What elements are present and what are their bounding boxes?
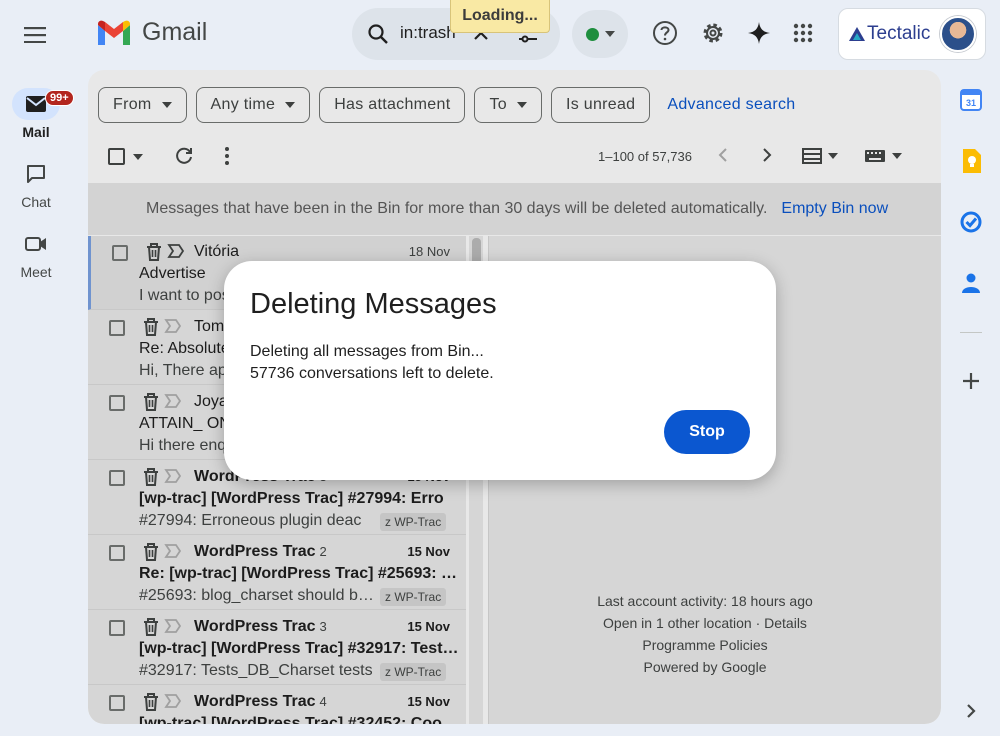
gear-icon [703,23,723,43]
gmail-m-icon [98,20,130,45]
side-separator [960,332,982,333]
main-menu-button[interactable] [17,17,53,53]
help-icon [653,21,677,45]
sparkle-icon [748,22,770,44]
chat-icon [27,165,45,183]
rail-label-mail: Mail [22,124,50,140]
search-icon[interactable] [366,22,390,46]
calendar-button[interactable]: 31 [959,88,983,112]
dialog-body: Deleting all messages from Bin... 57736 … [250,341,494,385]
brand-name: Tectalic [867,23,931,44]
settings-button[interactable] [698,18,728,48]
keep-button[interactable] [959,149,983,173]
apps-button[interactable] [788,18,818,48]
unread-badge: 99+ [45,90,74,106]
rail-label-meet: Meet [20,264,52,280]
stop-button[interactable]: Stop [664,410,750,454]
rail-item-meet[interactable]: Meet [0,228,72,280]
svg-text:31: 31 [966,98,976,108]
chevron-down-icon [604,31,615,37]
rail-label-chat: Chat [21,194,51,210]
contacts-button[interactable] [959,271,983,295]
rail-item-chat[interactable]: Chat [0,158,72,210]
contacts-icon [962,273,980,293]
loading-banner: Loading... [450,0,550,33]
calendar-icon: 31 [960,89,982,111]
dialog-title: Deleting Messages [250,288,497,320]
hamburger-icon [24,27,46,43]
tasks-icon [960,211,982,233]
show-side-panel-button[interactable] [959,699,983,723]
delete-progress-dialog: Deleting Messages Deleting all messages … [224,261,776,480]
status-dot-icon [585,27,599,41]
app-name: Gmail [142,18,208,46]
side-panel: 31 [950,0,1000,736]
help-button[interactable] [650,18,680,48]
brand-logo-icon [849,27,865,41]
rail-item-mail[interactable]: 99+ Mail [0,88,74,140]
mail-icon [26,96,46,112]
status-selector[interactable] [572,10,628,58]
left-rail: 99+ Mail Chat Meet [0,0,74,736]
video-icon [25,237,46,251]
search-input[interactable]: in:trash [400,23,456,43]
dialog-line-2: 57736 conversations left to delete. [250,365,494,382]
plus-icon [963,373,979,389]
dialog-line-1: Deleting all messages from Bin... [250,343,484,360]
tasks-button[interactable] [959,210,983,234]
gmail-logo[interactable]: Gmail [96,18,207,47]
gemini-button[interactable] [744,18,774,48]
keep-icon [963,149,981,173]
get-addons-button[interactable] [959,369,983,393]
chevron-right-icon [967,704,976,718]
apps-grid-icon [793,23,813,43]
